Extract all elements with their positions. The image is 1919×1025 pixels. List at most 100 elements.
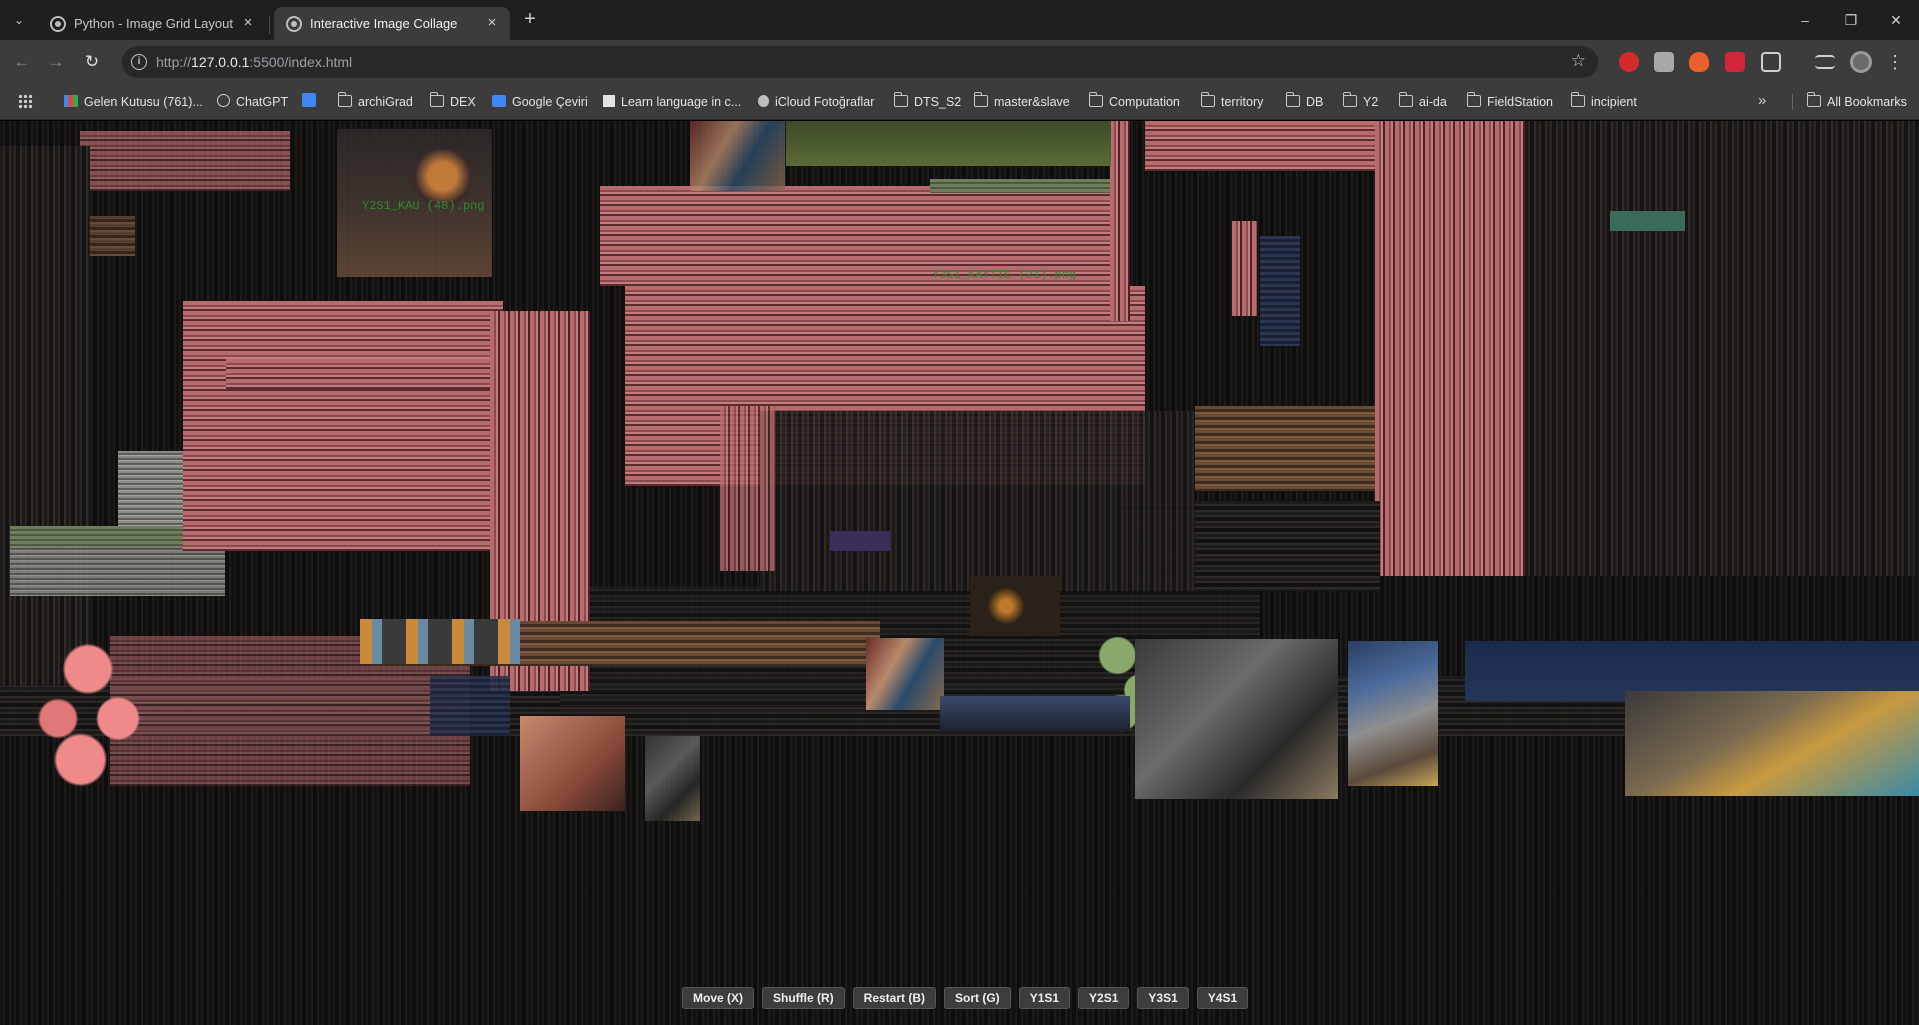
folder-icon [338,92,352,107]
address-bar[interactable]: i http://127.0.0.1:5500/index.html ☆ [122,46,1598,78]
collage-photo[interactable] [690,121,785,191]
collage-photo[interactable] [1135,639,1338,799]
collage-tile[interactable] [360,619,520,664]
collage-tile[interactable] [28,636,178,801]
arrow-right-icon[interactable]: → [44,50,68,74]
close-icon[interactable]: × [484,15,500,31]
folder-icon [1089,92,1103,107]
extensions-puzzle-icon[interactable] [1761,52,1781,72]
collage-tile[interactable] [930,179,1110,193]
collage-tile[interactable] [430,676,510,736]
chevron-down-icon[interactable]: ⌄ [8,9,30,31]
filter-y1s1-button[interactable]: Y1S1 [1018,987,1071,1009]
bookmark-y2[interactable]: Y2 [1343,92,1378,111]
apps-grid-icon[interactable] [18,94,33,109]
bookmark-learn-language[interactable]: Learn language in c... [603,93,741,111]
collage-tile[interactable] [80,131,290,191]
folder-icon [430,92,444,107]
site-favicon-icon [286,16,302,32]
close-icon[interactable]: × [240,15,256,31]
collage-tile[interactable] [720,406,775,571]
bookmarks-divider [1792,94,1793,110]
folder-icon [1399,92,1413,107]
collage-tile[interactable] [760,411,1195,591]
collage-tile[interactable] [1610,211,1685,231]
folder-icon [1286,92,1300,107]
collage-tile[interactable] [1260,236,1300,346]
star-icon[interactable]: ☆ [1571,51,1586,71]
bookmark-incipient[interactable]: incipient [1571,92,1637,111]
bookmark-ai-da[interactable]: ai-da [1399,92,1447,111]
collage-photo[interactable] [645,736,700,821]
filter-y2s1-button[interactable]: Y2S1 [1078,987,1130,1009]
restart-button[interactable]: Restart (B) [852,987,937,1009]
extension-gray-icon[interactable] [1654,52,1674,72]
all-bookmarks-button[interactable]: All Bookmarks [1807,92,1907,111]
close-window-icon[interactable]: ✕ [1876,6,1916,34]
extension-flame-icon[interactable] [1689,52,1709,72]
translate-icon [492,95,506,107]
arrow-left-icon[interactable]: ← [10,50,34,74]
collage-photo[interactable] [866,638,944,710]
tab-interactive-image-collage[interactable]: Interactive Image Collage × [274,7,510,40]
collage-tile[interactable] [1110,121,1130,321]
filter-y3s1-button[interactable]: Y3S1 [1137,987,1189,1009]
collage-tile[interactable] [830,531,890,551]
more-menu-icon[interactable]: ⋮ [1886,50,1904,74]
folder-icon [1201,92,1215,107]
profile-avatar[interactable] [1850,51,1872,73]
collage-tile[interactable] [1375,121,1525,576]
bookmark-db[interactable]: DB [1286,92,1323,111]
collage-tile[interactable] [520,716,625,811]
collage-tile[interactable] [1195,406,1375,491]
bookmark-fieldstation[interactable]: FieldStation [1467,92,1553,111]
shuffle-button[interactable]: Shuffle (R) [762,987,845,1009]
bookmark-calendar[interactable] [302,93,322,111]
extension-video-icon[interactable] [1725,52,1745,72]
minimize-icon[interactable]: – [1785,6,1825,34]
bookmark-territory[interactable]: territory [1201,92,1263,111]
move-button[interactable]: Move (X) [682,987,755,1009]
collage-tile[interactable] [0,146,90,686]
site-favicon-icon [50,16,66,32]
collage-tile[interactable] [1145,121,1375,171]
collage-tile[interactable] [183,301,503,551]
bookmark-archigrad[interactable]: archiGrad [338,92,413,111]
image-filename-label: Y3S1_KAYTIE (21).png [932,268,1077,282]
bookmark-chatgpt[interactable]: ChatGPT [217,93,288,111]
plus-icon[interactable]: + [518,8,542,32]
collage-tile[interactable] [405,149,480,204]
image-collage-canvas[interactable]: Y2S1_KAU (48).png Y3S1_KAYTIE (21).png [0,121,1919,1025]
folder-icon [1343,92,1357,107]
image-filename-label: Y2S1_KAU (48).png [362,199,485,213]
bookmarks-bar: Gelen Kutusu (761)... ChatGPT archiGrad … [0,84,1919,120]
bookmark-master-slave[interactable]: master&slave [974,92,1070,111]
collage-tile[interactable] [786,121,1111,166]
collage-photo[interactable] [1625,691,1919,796]
bookmark-icloud[interactable]: iCloud Fotoğraflar [758,93,874,111]
collage-tile[interactable] [226,359,516,389]
collage-tile[interactable] [10,546,225,596]
sort-button[interactable]: Sort (G) [944,987,1011,1009]
tab-python-image-grid[interactable]: Python - Image Grid Layout Enh × [38,7,266,40]
bookmark-dex[interactable]: DEX [430,92,476,111]
bookmark-computation[interactable]: Computation [1089,92,1180,111]
collage-tile[interactable] [1525,121,1919,576]
collage-photo[interactable] [1348,641,1438,786]
collage-tile[interactable] [970,576,1060,636]
bookmarks-overflow-icon[interactable]: » [1758,92,1766,109]
info-icon[interactable]: i [131,54,147,70]
bookmark-gmail[interactable]: Gelen Kutusu (761)... [64,93,203,111]
url-text: http://127.0.0.1:5500/index.html [156,54,353,70]
collage-tile[interactable] [1232,221,1257,316]
restore-icon[interactable]: ❐ [1831,6,1871,34]
reload-icon[interactable]: ↻ [80,50,104,74]
apple-icon [758,95,769,107]
bookmark-google-ceviri[interactable]: Google Çeviri [492,93,588,111]
collage-tile[interactable] [940,696,1130,731]
filter-y4s1-button[interactable]: Y4S1 [1196,987,1249,1009]
extension-red-icon[interactable] [1619,52,1639,72]
folder-icon [1807,92,1821,107]
reading-list-icon[interactable] [1815,55,1835,69]
bookmark-dts-s2[interactable]: DTS_S2 [894,92,961,111]
